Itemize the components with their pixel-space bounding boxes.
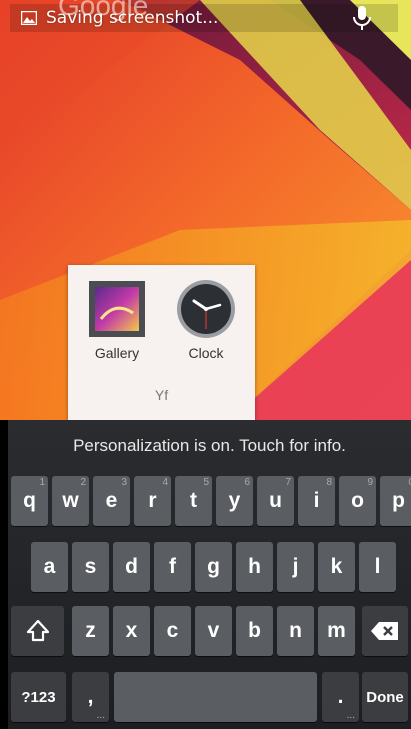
key-m-label: m xyxy=(327,619,346,642)
key-u-label: u xyxy=(269,489,282,512)
key-y[interactable]: y6 xyxy=(216,476,253,526)
comma-key-label: , xyxy=(87,685,94,708)
clock-icon xyxy=(176,279,236,339)
key-k[interactable]: k xyxy=(318,542,355,592)
key-u-hint: 7 xyxy=(285,477,291,488)
key-e-label: e xyxy=(105,489,118,512)
key-l[interactable]: l xyxy=(359,542,396,592)
key-k-label: k xyxy=(330,555,343,578)
done-key[interactable]: Done xyxy=(362,672,408,722)
gallery-label: Gallery xyxy=(94,345,140,361)
google-search-logo: Google xyxy=(58,0,149,21)
key-r[interactable]: r4 xyxy=(134,476,171,526)
key-b-label: b xyxy=(248,619,261,642)
suggestion-strip[interactable]: Personalization is on. Touch for info. xyxy=(8,420,411,472)
gallery-app[interactable]: Gallery xyxy=(82,279,152,361)
folder-name[interactable]: Yf xyxy=(68,387,255,403)
app-folder: Gallery Clock Yf xyxy=(68,265,255,420)
key-c[interactable]: c xyxy=(154,606,191,656)
key-j[interactable]: j xyxy=(277,542,314,592)
key-g-label: g xyxy=(207,555,220,578)
key-t-label: t xyxy=(190,489,197,512)
screenshot-notification[interactable]: Google Saving screenshot... xyxy=(10,0,398,32)
clock-label: Clock xyxy=(188,345,224,361)
key-l-label: l xyxy=(374,555,381,578)
done-key-label: Done xyxy=(366,688,404,706)
key-o-label: o xyxy=(351,489,364,512)
key-q-hint: 1 xyxy=(39,477,45,488)
key-t[interactable]: t5 xyxy=(175,476,212,526)
key-v-label: v xyxy=(207,619,220,642)
key-j-label: j xyxy=(292,555,299,578)
key-r-label: r xyxy=(148,489,157,512)
key-i-label: i xyxy=(313,489,320,512)
key-d[interactable]: d xyxy=(113,542,150,592)
gallery-icon xyxy=(87,279,147,339)
comma-key[interactable]: ,... xyxy=(72,672,109,722)
key-w-hint: 2 xyxy=(80,477,86,488)
key-s-label: s xyxy=(84,555,97,578)
voice-search-mic-icon[interactable] xyxy=(351,5,373,35)
space-bar[interactable] xyxy=(114,672,317,722)
key-p[interactable]: p0 xyxy=(380,476,411,526)
backspace-key[interactable] xyxy=(362,606,408,656)
clock-app[interactable]: Clock xyxy=(171,279,241,361)
key-z-label: z xyxy=(85,619,96,642)
keyboard: Personalization is on. Touch for info. q… xyxy=(8,420,411,729)
period-key[interactable]: .... xyxy=(322,672,359,722)
key-m[interactable]: m xyxy=(318,606,355,656)
key-u[interactable]: u7 xyxy=(257,476,294,526)
key-h-label: h xyxy=(248,555,261,578)
symbols-key-label: ?123 xyxy=(21,688,56,706)
key-h[interactable]: h xyxy=(236,542,273,592)
key-f-label: f xyxy=(169,555,176,578)
key-x[interactable]: x xyxy=(113,606,150,656)
key-n[interactable]: n xyxy=(277,606,314,656)
comma-key-more-indicator: ... xyxy=(96,710,105,721)
key-a[interactable]: a xyxy=(31,542,68,592)
key-q[interactable]: q1 xyxy=(11,476,48,526)
image-icon xyxy=(20,10,38,26)
key-w[interactable]: w2 xyxy=(52,476,89,526)
key-i-hint: 8 xyxy=(326,477,332,488)
key-y-hint: 6 xyxy=(244,477,250,488)
key-t-hint: 5 xyxy=(203,477,209,488)
key-o[interactable]: o9 xyxy=(339,476,376,526)
key-f[interactable]: f xyxy=(154,542,191,592)
key-z[interactable]: z xyxy=(72,606,109,656)
key-q-label: q xyxy=(23,489,36,512)
key-p-label: p xyxy=(392,489,405,512)
symbols-key[interactable]: ?123 xyxy=(11,672,66,722)
key-n-label: n xyxy=(289,619,302,642)
key-d-label: d xyxy=(125,555,138,578)
key-i[interactable]: i8 xyxy=(298,476,335,526)
key-o-hint: 9 xyxy=(367,477,373,488)
key-b[interactable]: b xyxy=(236,606,273,656)
shift-key[interactable] xyxy=(11,606,64,656)
shift-icon xyxy=(26,619,49,642)
key-r-hint: 4 xyxy=(162,477,168,488)
key-s[interactable]: s xyxy=(72,542,109,592)
key-c-label: c xyxy=(166,619,179,642)
key-e[interactable]: e3 xyxy=(93,476,130,526)
key-x-label: x xyxy=(125,619,138,642)
period-key-more-indicator: ... xyxy=(346,710,355,721)
key-w-label: w xyxy=(62,489,79,512)
key-g[interactable]: g xyxy=(195,542,232,592)
key-a-label: a xyxy=(43,555,56,578)
backspace-icon xyxy=(371,622,398,640)
key-y-label: y xyxy=(228,489,241,512)
period-key-label: . xyxy=(337,685,344,708)
key-e-hint: 3 xyxy=(121,477,127,488)
key-v[interactable]: v xyxy=(195,606,232,656)
